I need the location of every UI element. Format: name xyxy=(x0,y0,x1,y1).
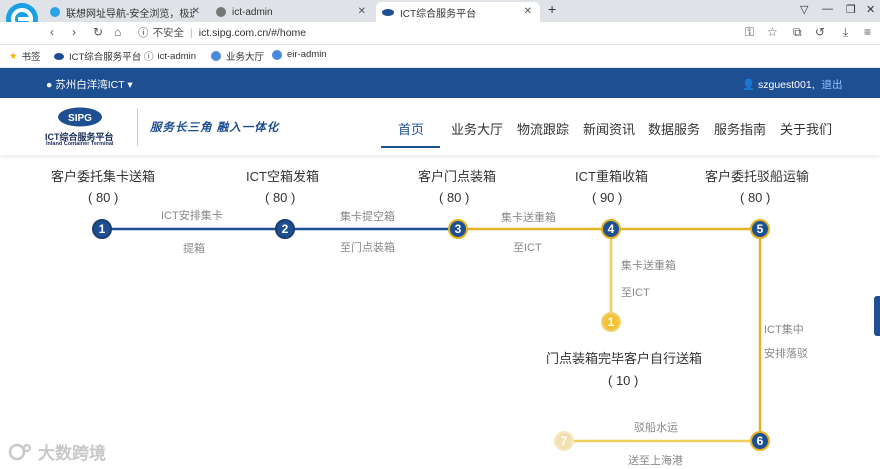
stage-count: ( 80 ) xyxy=(439,190,470,205)
segment-label: ICT安排集卡 xyxy=(161,210,223,222)
stage-title: 客户门点装箱 xyxy=(418,169,497,184)
stage-count: ( 80 ) xyxy=(265,190,296,205)
segment-label: 至门点装箱 xyxy=(340,242,395,254)
branch-node: 1 xyxy=(601,312,621,332)
step-node: 4 xyxy=(601,219,621,239)
flow-lines xyxy=(102,227,762,443)
stage-title: ICT重箱收箱 xyxy=(575,169,648,184)
watermark: 大数跨境 xyxy=(8,439,106,464)
segment-label: 集卡提空箱 xyxy=(340,211,395,223)
segment-label: ICT集中 xyxy=(764,324,804,336)
side-float-tab[interactable] xyxy=(874,296,880,336)
step-node: 7 xyxy=(554,431,574,451)
segment-label: 集卡送重箱 xyxy=(621,260,676,272)
step-node: 2 xyxy=(275,219,295,239)
watermark-logo-icon xyxy=(8,443,31,460)
segment-label: 至ICT xyxy=(513,242,542,254)
segment-label: 送至上海港 xyxy=(628,455,683,467)
segment-label: 驳船水运 xyxy=(634,422,678,434)
stage-title: ICT空箱发箱 xyxy=(246,169,319,184)
segment-label: 安排落驳 xyxy=(764,348,808,360)
step-node: 1 xyxy=(92,219,112,239)
stage-count: ( 90 ) xyxy=(592,190,623,205)
segment-label: 集卡送重箱 xyxy=(501,212,556,224)
stage-title: 客户委托集卡送箱 xyxy=(51,169,156,184)
step-node: 5 xyxy=(750,219,770,239)
stage-count: ( 80 ) xyxy=(88,190,119,205)
branch-count: ( 10 ) xyxy=(608,373,639,388)
step-node: 3 xyxy=(448,219,468,239)
step-node: 6 xyxy=(750,431,770,451)
branch-title: 门点装箱完毕客户自行送箱 xyxy=(546,351,703,366)
segment-label: 提箱 xyxy=(183,243,205,255)
stage-count: ( 80 ) xyxy=(740,190,771,205)
segment-label: 至ICT xyxy=(621,287,650,299)
stage-title: 客户委托驳船运输 xyxy=(705,169,810,184)
